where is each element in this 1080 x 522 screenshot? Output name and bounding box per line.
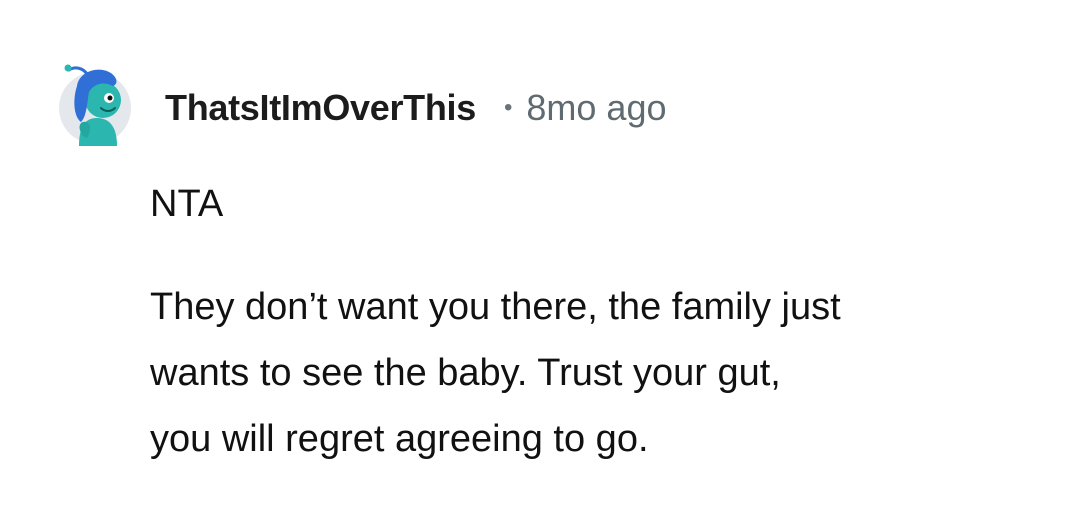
comment-paragraph: They don’t want you there, the family ju… [150, 274, 1050, 472]
user-avatar-icon[interactable] [57, 62, 133, 146]
meta-separator: • [503, 94, 513, 121]
comment-body: NTA They don’t want you there, the famil… [150, 180, 1050, 472]
username-link[interactable]: ThatsItImOverThis [165, 87, 476, 129]
timestamp: 8mo ago [526, 87, 667, 128]
comment-verdict: NTA [150, 183, 224, 225]
comment-meta: ThatsItImOverThis • 8mo ago [165, 84, 667, 132]
comment-line: wants to see the baby. Trust your gut, [150, 352, 781, 394]
comment-line: They don’t want you there, the family ju… [150, 286, 841, 328]
comment-line: you will regret agreeing to go. [150, 418, 649, 460]
comment: ThatsItImOverThis • 8mo ago NTA They don… [0, 0, 1080, 522]
